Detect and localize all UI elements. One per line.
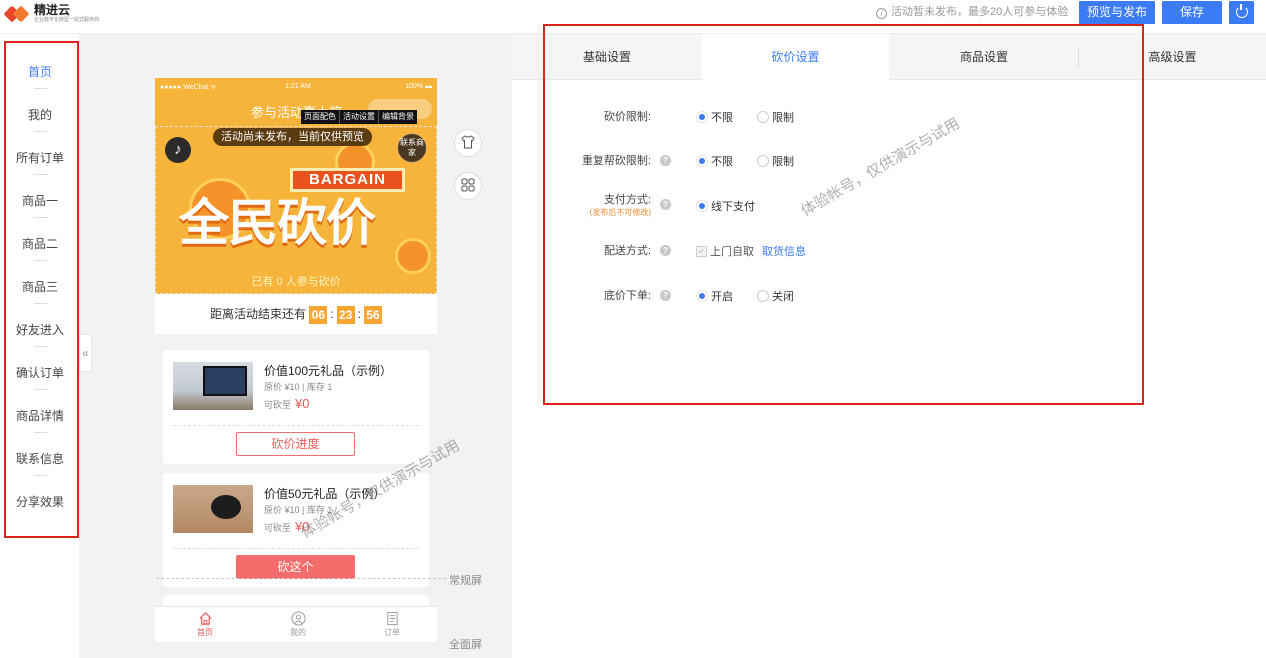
product-divider	[173, 548, 419, 549]
nav-item-mine[interactable]: 我的	[6, 106, 74, 123]
nav-item-home[interactable]: 首页	[6, 63, 74, 80]
countdown-label: 距离活动结束还有	[209, 307, 306, 321]
phone-tab-orders[interactable]: 订单	[362, 611, 422, 638]
collapse-sidebar-button[interactable]: «	[79, 334, 92, 372]
info-icon: i	[876, 8, 887, 19]
full-screen-label: 全面屏	[449, 639, 482, 651]
preview-publish-button[interactable]: 预览与发布	[1079, 1, 1155, 24]
coin-decoration	[395, 238, 431, 274]
countdown-seconds: 56	[364, 305, 383, 324]
highlight-frame: 首页 我的 所有订单 商品一 商品二 商品三 好友进入 确认订单 商品详情 联系…	[4, 41, 79, 538]
phone-preview: ●●●●● WeChat ᯤ 1:21 AM 100% ▬ 参与活动赢大奖 页面…	[155, 78, 437, 642]
nav-divider	[34, 174, 48, 175]
phone-tab-bar: 首页 我的 订单	[155, 606, 437, 642]
activity-headline: 全民砍价	[179, 195, 376, 251]
product-divider	[173, 425, 419, 426]
grid-icon[interactable]	[454, 172, 482, 200]
nav-divider	[34, 346, 48, 347]
nav-item-product-1[interactable]: 商品一	[6, 192, 74, 209]
logo-mark-icon	[3, 5, 30, 22]
edit-activity-settings-button[interactable]: 活动设置	[340, 110, 379, 124]
bargain-progress-button[interactable]: 砍价进度	[236, 432, 355, 456]
edit-background-button[interactable]: 编辑背景	[379, 110, 417, 124]
nav-divider	[34, 432, 48, 433]
logo[interactable]: 精进云 企业数字化转型一站式服务商	[3, 3, 100, 23]
brand-subtitle: 企业数字化转型一站式服务商	[34, 17, 100, 23]
nav-divider	[34, 389, 48, 390]
power-icon	[1235, 4, 1248, 18]
nav-item-friend-entry[interactable]: 好友进入	[6, 321, 74, 338]
bargain-price: ¥0	[295, 396, 310, 411]
battery-text: 100% ▬	[405, 83, 432, 90]
nav-divider	[34, 88, 48, 89]
music-icon[interactable]: ♪	[165, 137, 191, 163]
logout-button[interactable]	[1229, 1, 1254, 24]
countdown-bar: 距离活动结束还有 06:23:56	[155, 294, 437, 334]
countdown-minutes: 23	[336, 305, 355, 324]
bargain-banner: BARGAIN	[290, 168, 405, 192]
contact-merchant-button[interactable]: 联系商家	[397, 133, 427, 163]
bargain-price: ¥0	[295, 519, 310, 534]
product-name: 价值50元礼品（示例）	[264, 487, 386, 501]
phone-tab-orders-label: 订单	[384, 628, 400, 637]
phone-tab-mine[interactable]: 我的	[268, 611, 328, 638]
phone-status-bar: ●●●●● WeChat ᯤ 1:21 AM 100% ▬	[160, 83, 432, 93]
product-meta: 原价 ¥10 | 库存 1	[264, 382, 333, 392]
nav-divider	[34, 260, 48, 261]
nav-divider	[34, 131, 48, 132]
nav-item-product-detail[interactable]: 商品详情	[6, 407, 74, 424]
carrier-text: ●●●●● WeChat ᯤ	[160, 84, 217, 91]
nav-item-product-3[interactable]: 商品三	[6, 278, 74, 295]
edit-page-color-button[interactable]: 页面配色	[301, 110, 340, 124]
save-button[interactable]: 保存	[1162, 1, 1222, 24]
phone-tab-mine-label: 我的	[290, 628, 306, 637]
edit-toolbar: 页面配色 活动设置 编辑背景	[301, 110, 417, 124]
product-meta: 原价 ¥10 | 库存 1	[264, 505, 333, 515]
countdown-hours: 06	[309, 305, 328, 324]
nav-divider	[34, 475, 48, 476]
product-card[interactable]: 价值50元礼品（示例） 原价 ¥10 | 库存 1 可砍至 ¥0 砍这个	[163, 473, 429, 587]
nav-divider	[34, 217, 48, 218]
product-price: 可砍至 ¥0	[264, 396, 310, 411]
nav-divider	[34, 303, 48, 304]
nav-item-product-2[interactable]: 商品二	[6, 235, 74, 252]
nav-item-confirm-order[interactable]: 确认订单	[6, 364, 74, 381]
product-price: 可砍至 ¥0	[264, 519, 310, 534]
activity-banner[interactable]: ●●●●● WeChat ᯤ 1:21 AM 100% ▬ 参与活动赢大奖 页面…	[155, 78, 437, 294]
page-nav: 首页 我的 所有订单 商品一 商品二 商品三 好友进入 确认订单 商品详情 联系…	[0, 34, 79, 658]
product-image	[173, 362, 253, 410]
highlight-frame	[543, 24, 1144, 405]
phone-tab-home[interactable]: 首页	[175, 611, 235, 638]
nav-item-share-effect[interactable]: 分享效果	[6, 493, 74, 510]
home-icon	[198, 612, 212, 625]
normal-screen-label: 常规屏	[449, 575, 482, 587]
nav-item-contact-info[interactable]: 联系信息	[6, 450, 74, 467]
product-image	[173, 485, 253, 533]
user-icon	[290, 611, 306, 626]
normal-screen-guide	[156, 578, 446, 579]
brand-name: 精进云	[34, 3, 71, 17]
participants-count: 已有 0 人参与砍价	[251, 276, 341, 288]
status-time: 1:21 AM	[285, 83, 311, 90]
order-icon	[386, 611, 398, 626]
preview-only-notice: 活动尚未发布，当前仅供预览	[213, 128, 372, 146]
bargain-this-button[interactable]: 砍这个	[236, 555, 355, 579]
phone-tab-home-label: 首页	[197, 628, 213, 637]
product-name: 价值100元礼品（示例）	[264, 364, 393, 378]
product-card[interactable]: 价值100元礼品（示例） 原价 ¥10 | 库存 1 可砍至 ¥0 砍价进度	[163, 350, 429, 464]
publish-notice: i 活动暂未发布，最多20人可参与体验	[876, 4, 1068, 20]
shirt-icon[interactable]	[454, 129, 482, 157]
nav-item-all-orders[interactable]: 所有订单	[6, 149, 74, 166]
publish-notice-text: 活动暂未发布，最多20人可参与体验	[891, 6, 1069, 18]
